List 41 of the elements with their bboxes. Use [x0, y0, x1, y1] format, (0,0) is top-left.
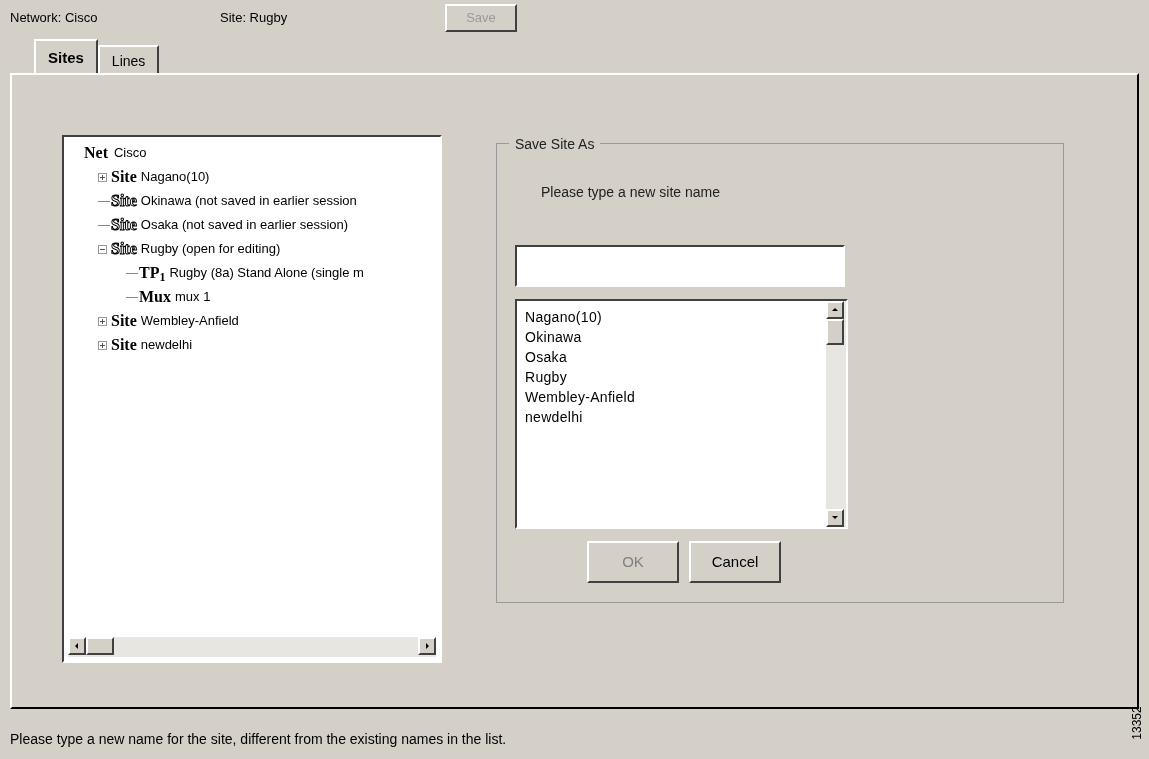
node-type-label: Site	[111, 167, 137, 187]
tab[interactable]: Sites	[34, 39, 98, 73]
tree-item[interactable]: Cisco	[114, 143, 147, 163]
tree-item[interactable]: newdelhi	[140, 335, 193, 355]
scroll-right-icon[interactable]	[418, 637, 436, 655]
prompt-text: Please type a new site name	[541, 183, 721, 202]
scroll-left-icon[interactable]	[68, 637, 86, 655]
tree-item[interactable]: Okinawa (not saved in earlier session	[140, 191, 357, 211]
list-item[interactable]: Wembley-Anfield	[525, 387, 826, 407]
list-item[interactable]: newdelhi	[525, 407, 826, 427]
status-text: Please type a new name for the site, different from the existing names in the list.	[10, 731, 507, 747]
expand-icon[interactable]	[98, 316, 107, 326]
collapse-icon[interactable]	[98, 244, 107, 254]
scroll-down-icon[interactable]	[826, 509, 844, 527]
list-item[interactable]: Nagano(10)	[525, 307, 826, 327]
scroll-up-icon[interactable]	[826, 301, 844, 319]
site-name-field[interactable]	[515, 245, 845, 287]
list-item[interactable]: Rugby	[525, 367, 826, 387]
tab[interactable]: Lines	[97, 45, 160, 73]
tree-item[interactable]: Rugby (8a) Stand Alone (single m	[169, 263, 364, 283]
tree-item[interactable]: Nagano(10)	[140, 167, 210, 187]
node-type-label: Net	[84, 143, 108, 163]
vertical-scrollbar[interactable]	[826, 301, 846, 527]
expand-icon[interactable]	[98, 172, 107, 182]
tree-item[interactable]: Rugby (open for editing)	[140, 239, 281, 259]
tree-item[interactable]: mux 1	[175, 287, 211, 307]
dialog-button[interactable]: Cancel	[689, 541, 781, 583]
node-type-label: TP$_{1}$	[139, 263, 166, 285]
node-type-label: Site	[111, 335, 137, 355]
node-type-label: Site	[111, 311, 137, 331]
site-label: Site: Rugby	[220, 9, 289, 28]
scroll-thumb[interactable]	[826, 319, 844, 345]
horizontal-scrollbar[interactable]	[68, 637, 436, 657]
list-item[interactable]: Osaka	[525, 347, 826, 367]
scroll-thumb[interactable]	[86, 637, 114, 655]
node-type-label: Mux	[139, 287, 171, 307]
tree-item[interactable]: Wembley-Anfield	[140, 311, 239, 331]
tree-item[interactable]: Osaka (not saved in earlier session)	[140, 215, 349, 235]
network-label: Network: Cisco	[10, 9, 99, 28]
list-item[interactable]: Okinawa	[525, 327, 826, 347]
expand-icon[interactable]	[98, 340, 107, 350]
